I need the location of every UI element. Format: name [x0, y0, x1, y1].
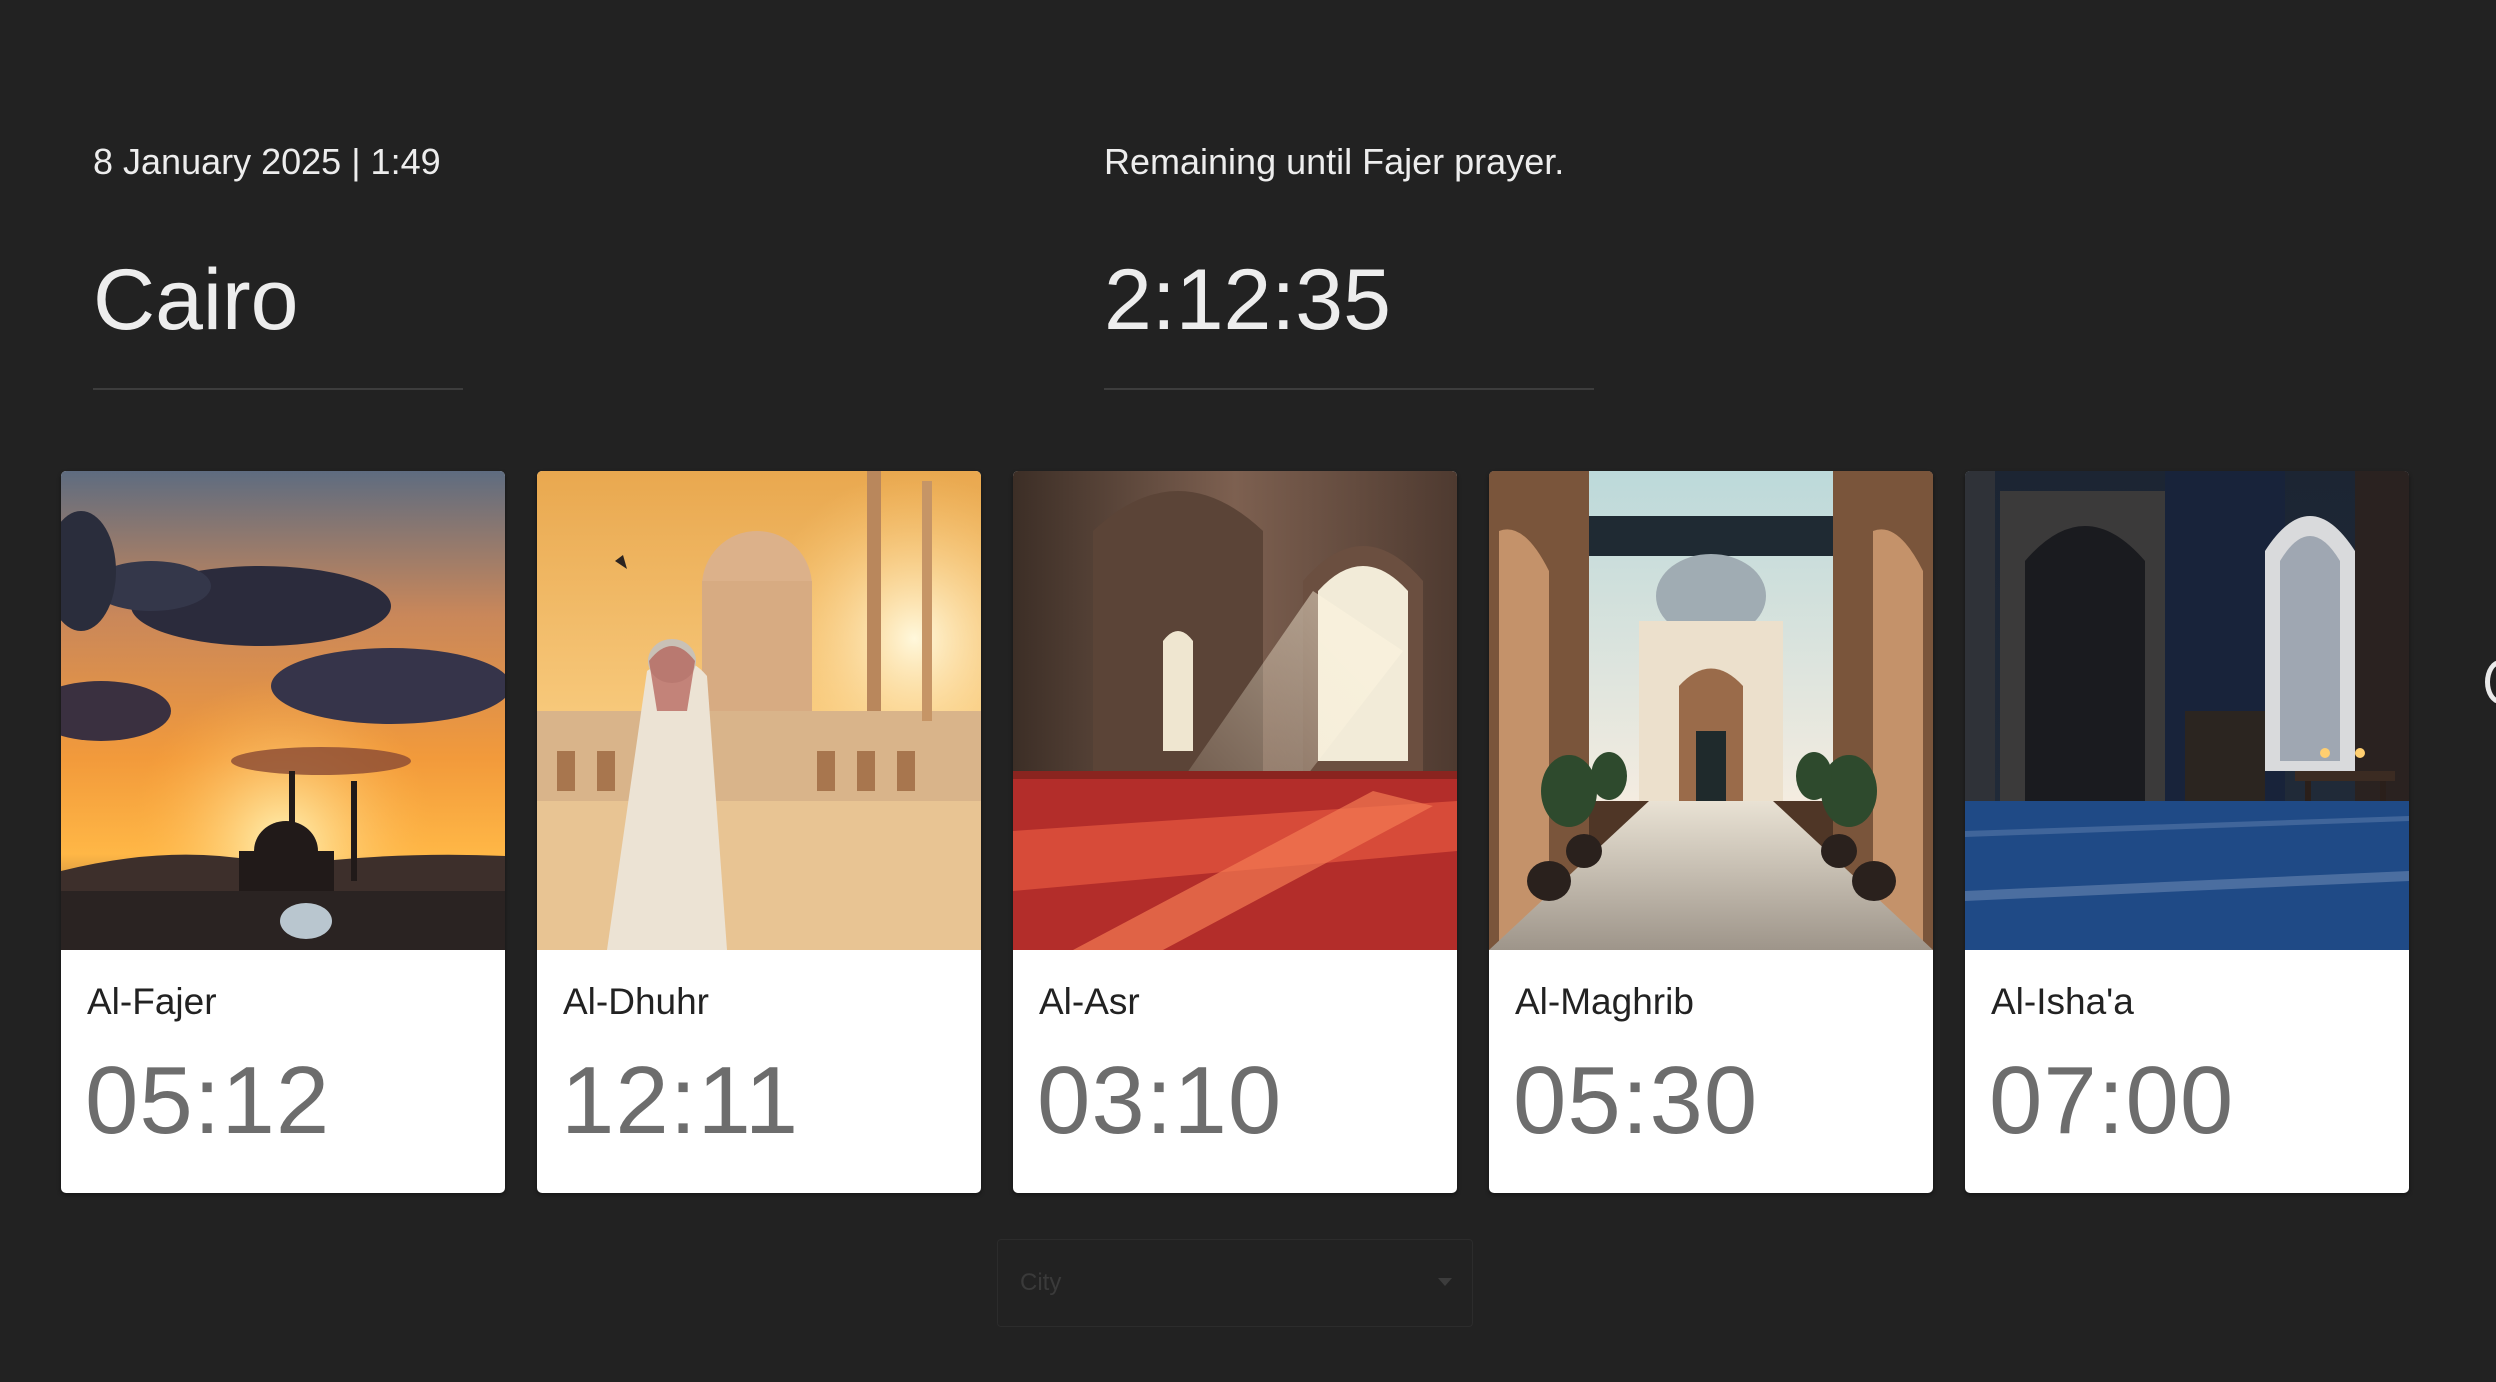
location-header: 8 January 2025 | 1:49 Cairo: [93, 138, 463, 390]
prayer-name: Al-Dhuhr: [563, 981, 709, 1022]
prayer-card-asr[interactable]: Al-Asr 03:10: [1013, 471, 1457, 1193]
prayer-image-dhuhr: [537, 471, 981, 950]
prayer-time: 07:00: [1989, 1047, 2235, 1154]
prayer-image-maghrib: [1489, 471, 1933, 950]
prayer-name: Al-Asr: [1039, 981, 1140, 1022]
chevron-down-icon: [1438, 1278, 1452, 1286]
prayer-image-ishaa: [1965, 471, 2409, 950]
prayer-card-dhuhr[interactable]: Al-Dhuhr 12:11: [537, 471, 981, 1193]
prayer-time: 03:10: [1037, 1047, 1283, 1154]
location-divider: [93, 388, 463, 390]
prayer-name: Al-Fajer: [87, 981, 217, 1022]
current-date-time: 8 January 2025 | 1:49: [93, 141, 441, 182]
prayer-time: 12:11: [561, 1047, 800, 1154]
prayer-card-fajer[interactable]: Al-Fajer 05:12: [61, 471, 505, 1193]
prayer-name: Al-Isha'a: [1991, 981, 2134, 1022]
carousel-edge-icon: [2485, 660, 2496, 704]
countdown-header: Remaining until Fajer prayer. 2:12:35: [1104, 138, 1594, 390]
prayer-time: 05:12: [85, 1047, 331, 1154]
prayer-times-page: 8 January 2025 | 1:49 Cairo Remaining un…: [0, 0, 2496, 1382]
prayer-image-fajer: [61, 471, 505, 950]
city-select[interactable]: City: [997, 1239, 1473, 1327]
prayer-time: 05:30: [1513, 1047, 1759, 1154]
prayer-image-asr: [1013, 471, 1457, 950]
city-select-placeholder: City: [1020, 1269, 1062, 1296]
countdown-divider: [1104, 388, 1594, 390]
remaining-label: Remaining until Fajer prayer.: [1104, 141, 1565, 182]
countdown-timer: 2:12:35: [1104, 252, 1391, 348]
prayer-name: Al-Maghrib: [1515, 981, 1694, 1022]
prayer-card-ishaa[interactable]: Al-Isha'a 07:00: [1965, 471, 2409, 1193]
city-title: Cairo: [93, 252, 299, 348]
prayer-card-maghrib[interactable]: Al-Maghrib 05:30: [1489, 471, 1933, 1193]
